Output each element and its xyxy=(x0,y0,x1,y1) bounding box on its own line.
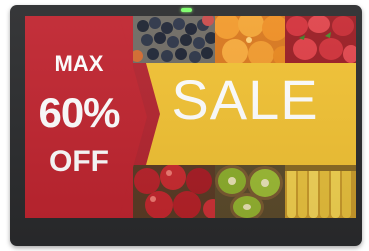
kiwis-image xyxy=(215,165,285,218)
sale-text: SALE xyxy=(171,68,319,131)
bananas-image xyxy=(285,165,356,218)
power-led-icon xyxy=(181,8,192,12)
discount-percent: 60% xyxy=(38,89,120,136)
off-label: OFF xyxy=(49,145,109,178)
apples-image xyxy=(133,165,215,218)
max-label: MAX xyxy=(54,51,104,76)
